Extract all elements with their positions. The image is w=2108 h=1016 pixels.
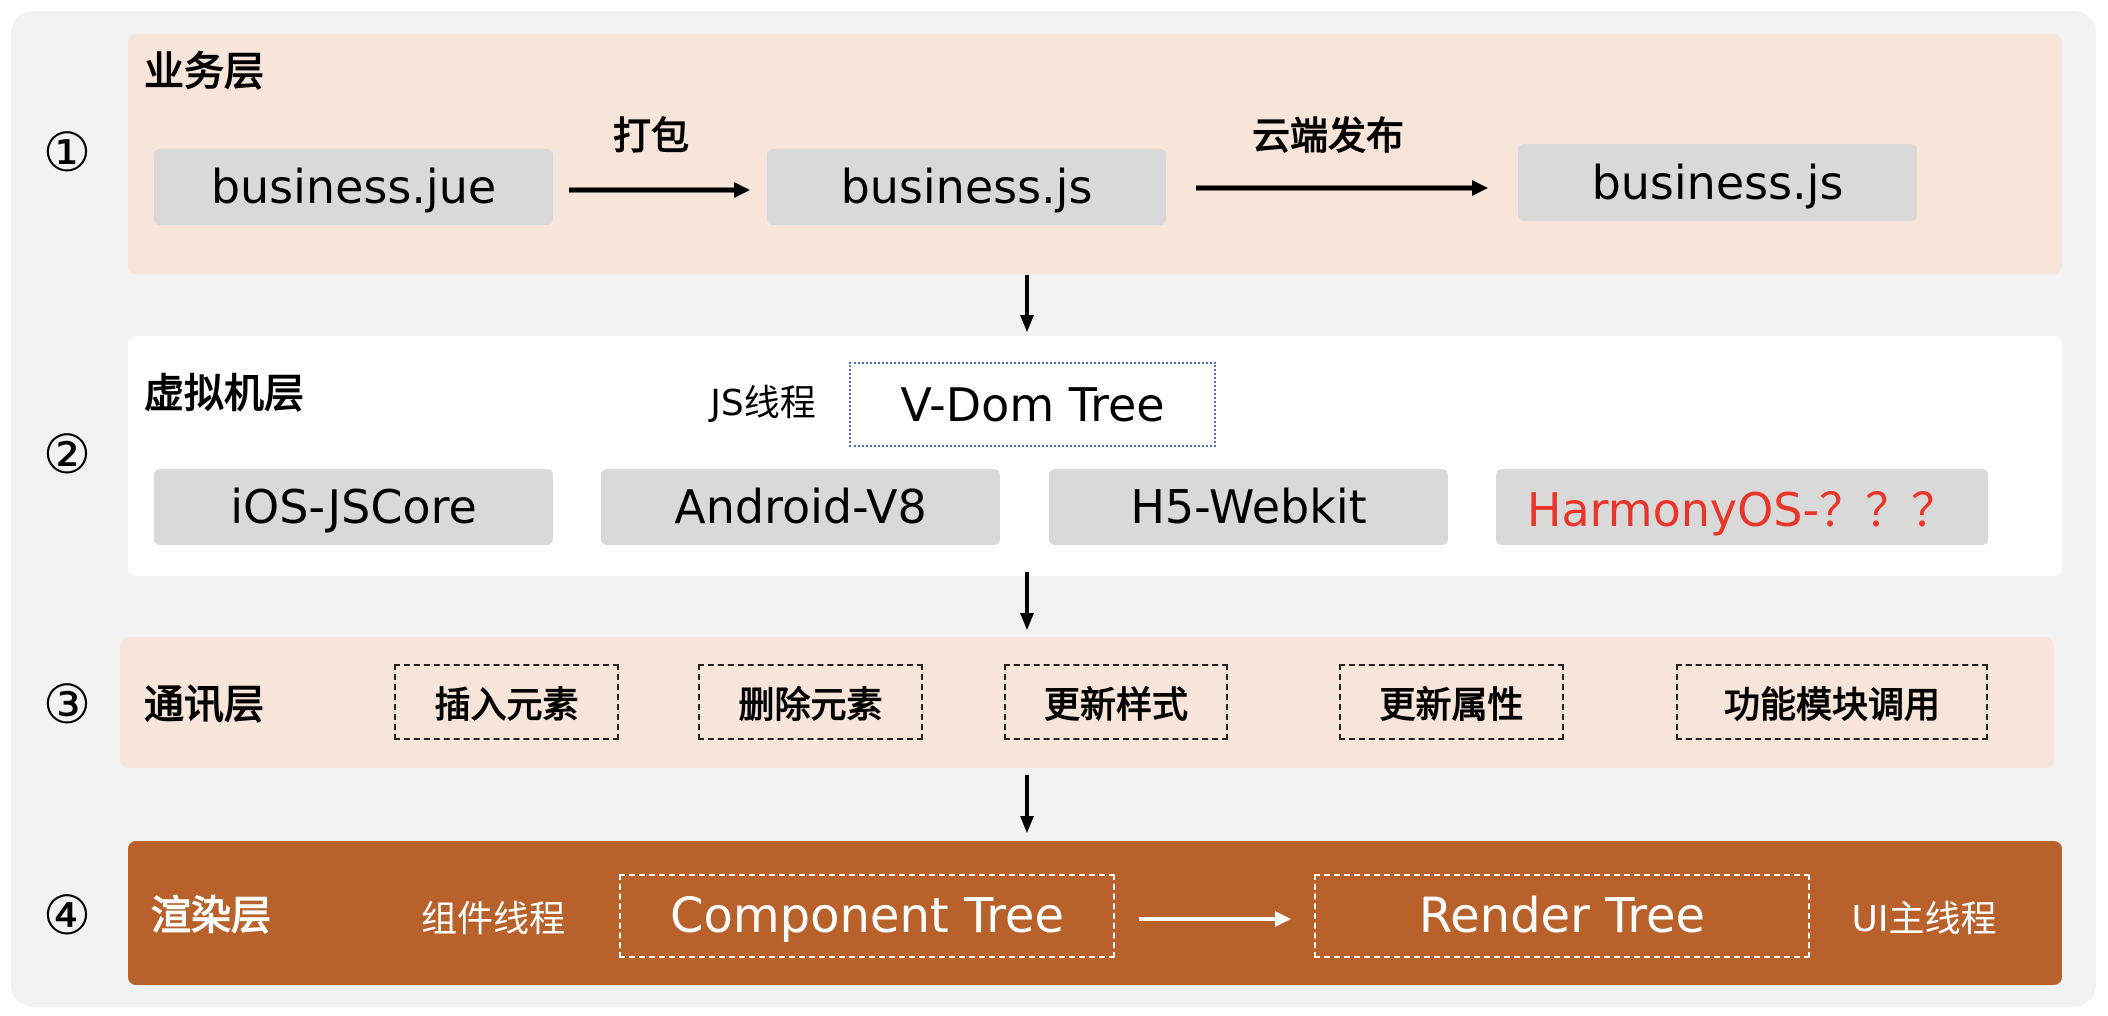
engine-android-v8: Android-V8 bbox=[601, 469, 1000, 545]
communication-layer-title: 通讯层 bbox=[144, 682, 264, 728]
layer-3-number: ③ bbox=[42, 673, 92, 736]
down-arrow-3-icon bbox=[1020, 775, 1034, 833]
pack-label: 打包 bbox=[612, 114, 690, 158]
op-delete-element: 删除元素 bbox=[698, 664, 923, 740]
render-tree-box: Render Tree bbox=[1314, 874, 1810, 958]
component-thread-label: 组件线程 bbox=[420, 899, 566, 940]
op-update-style: 更新样式 bbox=[1004, 664, 1228, 740]
vdom-tree-box: V-Dom Tree bbox=[849, 362, 1216, 447]
render-layer-title: 渲染层 bbox=[151, 893, 271, 939]
layer-2-number: ② bbox=[42, 423, 92, 486]
down-arrow-2-icon bbox=[1020, 572, 1034, 630]
vm-layer-title: 虚拟机层 bbox=[144, 371, 304, 417]
engine-ios-jscore: iOS-JSCore bbox=[154, 469, 553, 545]
engine-h5-webkit: H5-Webkit bbox=[1049, 469, 1448, 545]
op-module-call: 功能模块调用 bbox=[1676, 664, 1988, 740]
ui-main-thread-label: UI主线程 bbox=[1851, 899, 1997, 940]
engine-harmonyos: HarmonyOS-？？？ bbox=[1496, 469, 1988, 545]
layer-1-number: ① bbox=[42, 121, 92, 184]
business-js-box: business.js bbox=[767, 149, 1166, 225]
op-update-attribute: 更新属性 bbox=[1339, 664, 1564, 740]
down-arrow-1-icon bbox=[1020, 275, 1034, 332]
business-layer-title: 业务层 bbox=[144, 49, 264, 95]
cloud-publish-label: 云端发布 bbox=[1251, 114, 1405, 158]
business-js-cloud-box: business.js bbox=[1518, 144, 1917, 221]
publish-arrow-icon bbox=[1196, 180, 1488, 196]
js-thread-label: JS线程 bbox=[710, 383, 816, 424]
layer-4-number: ④ bbox=[42, 884, 92, 947]
pack-arrow-icon bbox=[569, 182, 750, 198]
op-insert-element: 插入元素 bbox=[394, 664, 619, 740]
component-to-render-arrow-icon bbox=[1139, 911, 1291, 927]
component-tree-box: Component Tree bbox=[619, 874, 1115, 958]
business-jue-box: business.jue bbox=[154, 149, 553, 225]
